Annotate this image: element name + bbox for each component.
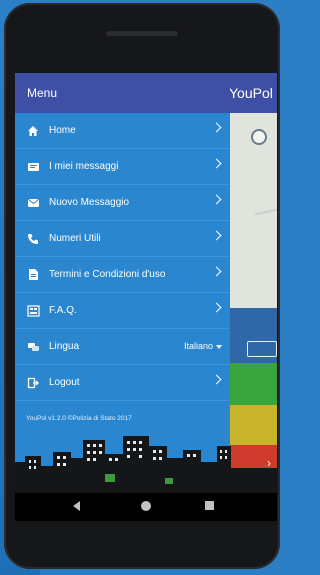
phone-icon <box>26 232 40 246</box>
back-icon[interactable] <box>73 501 80 511</box>
chevron-right-icon <box>211 194 222 205</box>
menu-item-label: Lingua <box>49 341 80 352</box>
menu-item-logout[interactable]: Logout <box>15 365 230 401</box>
menu-item-terms[interactable]: Termini e Condizioni d'uso <box>15 257 230 293</box>
status-green-button[interactable] <box>230 363 277 405</box>
chevron-right-icon <box>211 266 222 277</box>
system-navigation-bar <box>15 493 277 521</box>
chevron-right-icon <box>211 158 222 169</box>
recent-apps-icon[interactable] <box>205 501 214 510</box>
menu-item-useful-numbers[interactable]: Numeri Utili <box>15 221 230 257</box>
phone-screen: YouPol › Menu Home I miei messaggi Nuovo… <box>15 73 277 493</box>
language-value: Italiano <box>183 341 213 351</box>
language-selector[interactable]: Italiano <box>184 341 222 351</box>
language-icon <box>26 340 40 354</box>
drawer-title: Menu <box>27 86 58 100</box>
chevron-right-icon <box>211 374 222 385</box>
app-select-box[interactable] <box>247 341 277 357</box>
menu-item-label: Termini e Condizioni d'uso <box>49 269 166 280</box>
menu-item-faq[interactable]: F.A.Q. <box>15 293 230 329</box>
app-title: YouPol <box>229 85 273 101</box>
menu-item-label: Numeri Utili <box>49 233 101 244</box>
menu-item-home[interactable]: Home <box>15 113 230 149</box>
menu-item-messages[interactable]: I miei messaggi <box>15 149 230 185</box>
menu-item-new-message[interactable]: Nuovo Messaggio <box>15 185 230 221</box>
document-icon <box>26 268 40 282</box>
menu-item-label: F.A.Q. <box>49 305 77 316</box>
speaker-grille <box>106 31 178 36</box>
home-button-icon[interactable] <box>141 501 151 511</box>
menu-item-label: Nuovo Messaggio <box>49 197 130 208</box>
chevron-right-icon <box>211 302 222 313</box>
chevron-right-icon <box>211 122 222 133</box>
menu-item-label: Logout <box>49 377 80 388</box>
version-footer: YouPol v1.2.0 ©Polizia di Stato 2017 <box>26 415 132 422</box>
home-icon <box>26 124 40 138</box>
chevron-right-icon <box>211 230 222 241</box>
menu-item-language[interactable]: Lingua Italiano <box>15 329 230 365</box>
caret-down-icon <box>216 344 222 349</box>
messages-icon <box>26 160 40 174</box>
drawer-header: Menu <box>15 73 230 113</box>
new-message-icon <box>26 196 40 210</box>
location-pin-icon[interactable] <box>251 129 267 145</box>
city-skyline-illustration <box>15 436 277 493</box>
logout-icon <box>26 376 40 390</box>
menu-item-label: I miei messaggi <box>49 161 119 172</box>
menu-item-label: Home <box>49 125 76 136</box>
faq-icon <box>26 304 40 318</box>
